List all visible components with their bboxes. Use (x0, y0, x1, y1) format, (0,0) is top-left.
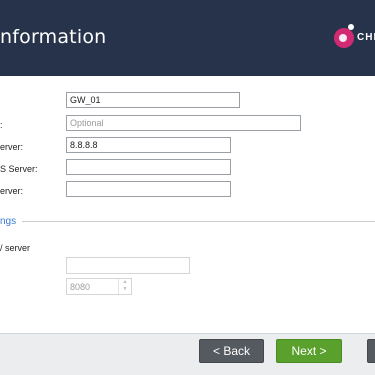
proxy-server-label: / server (0, 243, 31, 253)
back-button[interactable]: < Back (199, 339, 264, 363)
logo-text: CHE (357, 32, 375, 43)
name-field[interactable] (66, 92, 240, 108)
proxy-port-stepper[interactable]: 8080 ▲ ▼ (66, 278, 132, 295)
section-divider (22, 221, 375, 222)
logo-icon (334, 28, 354, 48)
server-label: erver: (0, 186, 24, 196)
proxy-address-field[interactable] (66, 257, 190, 274)
stepper-buttons: ▲ ▼ (118, 279, 131, 294)
secondary-dns-label: S Server: (0, 164, 38, 174)
chevron-down-icon[interactable]: ▼ (119, 286, 131, 293)
secondary-dns-field[interactable] (66, 159, 231, 175)
wizard-header: nformation CHE (0, 0, 375, 76)
proxy-port-value: 8080 (70, 282, 91, 292)
description-label: : (0, 120, 3, 130)
server-field[interactable] (66, 181, 231, 197)
next-button[interactable]: Next > (276, 339, 342, 363)
page-title: nformation (0, 26, 107, 48)
cancel-button[interactable] (367, 339, 375, 363)
chevron-up-icon[interactable]: ▲ (119, 279, 131, 286)
dns-server-field[interactable] (66, 137, 231, 153)
proxy-section-title: ngs (0, 216, 17, 227)
description-field[interactable] (66, 115, 301, 131)
company-logo: CHE (332, 24, 375, 51)
logo-dot-icon (348, 24, 354, 30)
dns-server-label: erver: (0, 142, 24, 152)
